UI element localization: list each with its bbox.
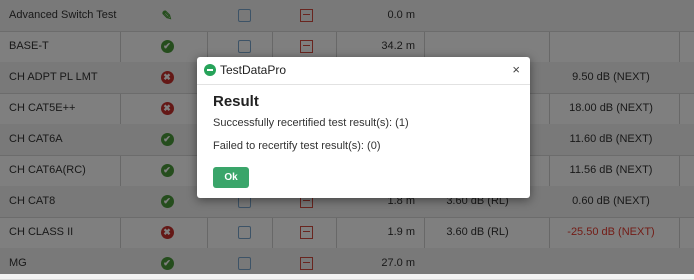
ok-button[interactable]: Ok (213, 167, 249, 188)
dialog-heading: Result (213, 93, 259, 110)
dialog-header: TestDataPro × (197, 57, 530, 85)
dialog-title: TestDataPro (220, 63, 287, 77)
success-message: Successfully recertified test result(s):… (213, 117, 409, 129)
result-dialog: TestDataPro × Result Successfully recert… (197, 57, 530, 198)
failed-message: Failed to recertify test result(s): (0) (213, 140, 381, 152)
app-logo-icon (204, 64, 216, 76)
close-button[interactable]: × (512, 62, 520, 77)
